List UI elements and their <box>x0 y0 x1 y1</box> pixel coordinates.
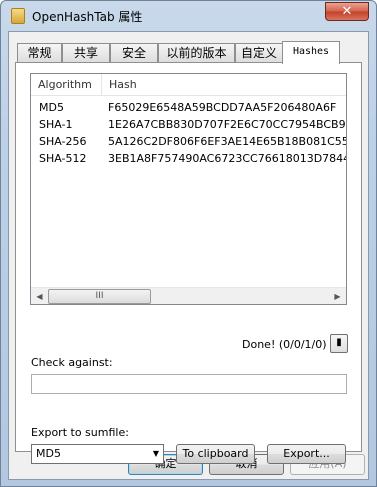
column-header-algorithm[interactable]: Algorithm <box>31 74 102 96</box>
tab-security[interactable]: 安全 <box>110 43 158 63</box>
export-sumfile-label: Export to sumfile: <box>31 426 129 439</box>
check-against-input[interactable] <box>31 374 347 394</box>
pause-button[interactable]: ▮ <box>330 334 348 353</box>
scroll-left-icon[interactable]: ◀ <box>31 288 48 304</box>
close-button[interactable]: ✕ <box>325 2 369 21</box>
hash-row[interactable]: SHA-1 1E26A7CBB830D707F2E6C70CC7954BCB96… <box>31 116 346 133</box>
algorithm-cell: SHA-512 <box>39 152 87 165</box>
hash-cell: 1E26A7CBB830D707F2E6C70CC7954BCB96170… <box>108 118 346 131</box>
tab-customize[interactable]: 自定义 <box>235 43 283 63</box>
properties-window: OpenHashTab 属性 ✕ 常规 共享 安全 以前的版本 自定义 Hash… <box>0 0 377 487</box>
check-against-label: Check against: <box>31 356 113 369</box>
scroll-thumb[interactable]: III <box>48 289 151 304</box>
folder-icon <box>11 8 25 24</box>
sumfile-selected-value: MD5 <box>36 447 61 460</box>
tab-previous-versions[interactable]: 以前的版本 <box>158 43 235 63</box>
export-button[interactable]: Export... <box>267 444 346 464</box>
scroll-right-icon[interactable]: ▶ <box>329 288 346 304</box>
hash-row[interactable]: SHA-512 3EB1A8F757490AC6723CC76618013D78… <box>31 150 346 167</box>
algorithm-cell: SHA-1 <box>39 118 73 131</box>
algorithm-cell: SHA-256 <box>39 135 87 148</box>
hash-cell: F65029E6548A59BCDD7AA5F206480A6F <box>108 101 337 114</box>
to-clipboard-button[interactable]: To clipboard <box>176 444 255 464</box>
hash-row[interactable]: SHA-256 5A126C2DF806F6EF3AE14E65B18B081C… <box>31 133 346 150</box>
hash-list-header: Algorithm Hash <box>31 74 346 96</box>
chevron-down-icon: ▼ <box>152 449 159 458</box>
hash-list[interactable]: Algorithm Hash MD5 F65029E6548A59BCDD7AA… <box>30 73 347 305</box>
hash-row[interactable]: MD5 F65029E6548A59BCDD7AA5F206480A6F <box>31 99 346 116</box>
column-header-hash[interactable]: Hash <box>102 74 346 96</box>
hashes-panel: Algorithm Hash MD5 F65029E6548A59BCDD7AA… <box>15 62 362 464</box>
status-text: Done! (0/0/1/0) <box>242 338 327 351</box>
sumfile-algorithm-select[interactable]: MD5 ▼ <box>31 444 164 464</box>
tab-general[interactable]: 常规 <box>17 43 62 63</box>
horizontal-scrollbar[interactable]: ◀ III ▶ <box>31 287 346 304</box>
algorithm-cell: MD5 <box>39 101 64 114</box>
tab-hashes[interactable]: Hashes <box>282 41 340 64</box>
window-title: OpenHashTab 属性 <box>32 10 143 24</box>
tab-sharing[interactable]: 共享 <box>62 43 110 63</box>
title-bar: OpenHashTab 属性 ✕ <box>1 1 376 31</box>
hash-cell: 5A126C2DF806F6EF3AE14E65B18B081C55044… <box>108 135 346 148</box>
dialog-body: 常规 共享 安全 以前的版本 自定义 Hashes Algorithm Hash… <box>8 31 369 480</box>
hash-cell: 3EB1A8F757490AC6723CC76618013D78444B73… <box>108 152 347 165</box>
